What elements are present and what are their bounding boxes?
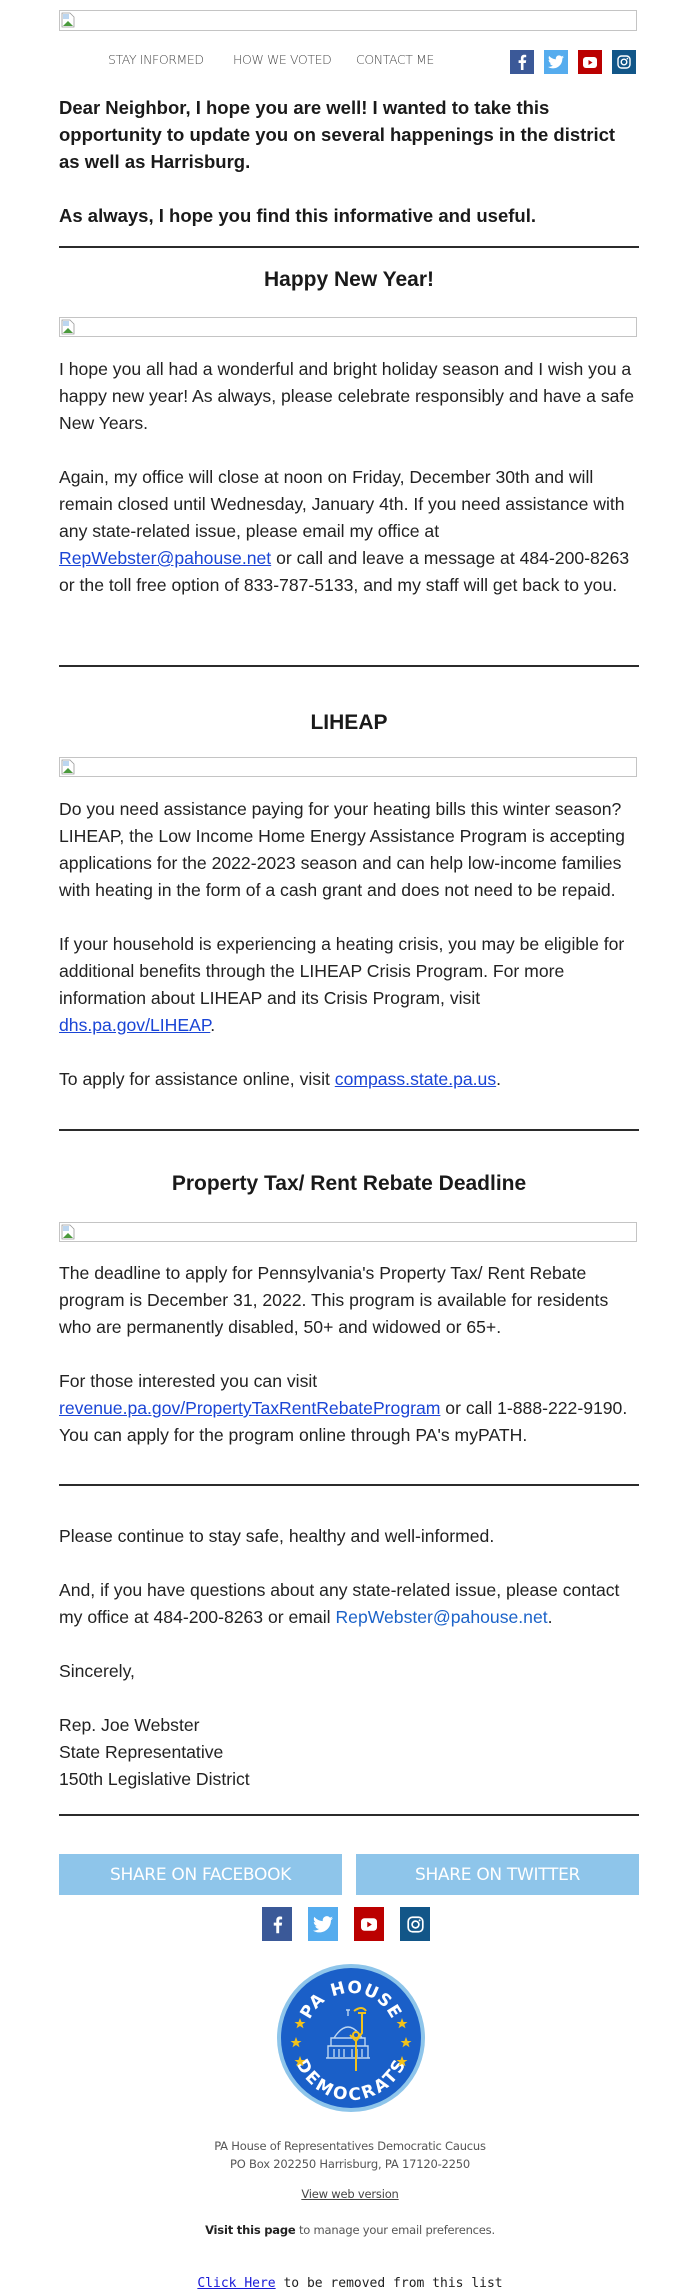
intro-text: Dear Neighbor, I hope you are well! I wa… — [59, 94, 639, 229]
section-image-property-tax — [59, 1222, 637, 1242]
section-image-happy-new-year — [59, 317, 637, 337]
youtube-icon — [583, 56, 597, 68]
footer-org: PA House of Representatives Democratic C… — [214, 2139, 486, 2153]
nav-how-we-voted[interactable]: HOW WE VOTED — [233, 52, 332, 67]
footer-twitter-link[interactable] — [308, 1907, 338, 1941]
broken-image-icon — [61, 319, 75, 335]
section-body-property-tax: The deadline to apply for Pennsylvania's… — [59, 1260, 639, 1449]
section-title-liheap: LIHEAP — [310, 711, 388, 734]
pa-house-democrats-logo: PA HOUSE DEMOCRATS — [277, 1964, 425, 2112]
instagram-icon — [406, 1915, 424, 1933]
instagram-icon — [617, 55, 631, 69]
section-title-property-tax: Property Tax/ Rent Rebate Deadline — [171, 1172, 527, 1195]
divider — [59, 665, 639, 667]
closing-text: Please continue to stay safe, healthy an… — [59, 1523, 639, 1793]
footer-address: PO Box 202250 Harrisburg, PA 17120-2250 — [229, 2157, 470, 2171]
signature-name: Rep. Joe Webster — [59, 1715, 200, 1735]
divider — [59, 246, 639, 248]
divider — [59, 1129, 639, 1131]
closing-paragraph: And, if you have questions about any sta… — [59, 1580, 620, 1627]
footer-facebook-link[interactable] — [262, 1907, 292, 1941]
footer-youtube-link[interactable] — [354, 1907, 384, 1941]
top-nav: STAY INFORMED HOW WE VOTED CONTACT ME — [0, 48, 700, 78]
twitter-icon — [313, 1915, 333, 1932]
section-image-liheap — [59, 757, 637, 777]
youtube-icon — [361, 1917, 377, 1931]
paragraph: Again, my office will close at noon on F… — [59, 467, 630, 595]
paragraph: If your household is experiencing a heat… — [59, 934, 625, 1035]
manage-preferences-link[interactable]: Visit this page — [205, 2223, 296, 2237]
view-web-version-link[interactable]: View web version — [301, 2187, 399, 2201]
revenue-link[interactable]: revenue.pa.gov/PropertyTaxRentRebateProg… — [59, 1398, 440, 1418]
nav-stay-informed[interactable]: STAY INFORMED — [108, 52, 204, 67]
twitter-link[interactable] — [544, 50, 568, 74]
signature-district: 150th Legislative District — [59, 1769, 250, 1789]
section-body-liheap: Do you need assistance paying for your h… — [59, 796, 639, 1093]
paragraph: Do you need assistance paying for your h… — [59, 799, 625, 900]
signature-role: State Representative — [59, 1742, 224, 1762]
section-body-happy-new-year: I hope you all had a wonderful and brigh… — [59, 356, 639, 599]
unsubscribe-link[interactable]: Click Here — [197, 2276, 275, 2291]
footer-preferences: Visit this page to manage your email pre… — [205, 2223, 495, 2237]
paragraph: The deadline to apply for Pennsylvania's… — [59, 1263, 609, 1337]
compass-link[interactable]: compass.state.pa.us — [335, 1069, 496, 1089]
paragraph: I hope you all had a wonderful and brigh… — [59, 359, 635, 433]
youtube-link[interactable] — [578, 50, 602, 74]
instagram-link[interactable] — [612, 50, 636, 74]
footer-web-version: View web version — [0, 2187, 700, 2201]
divider — [59, 1484, 639, 1486]
divider — [59, 1814, 639, 1816]
section-title-happy-new-year: Happy New Year! — [263, 268, 435, 291]
facebook-icon — [518, 54, 527, 70]
broken-image-icon — [61, 759, 75, 775]
intro-closing: As always, I hope you find this informat… — [59, 205, 536, 226]
footer-instagram-link[interactable] — [400, 1907, 430, 1941]
intro-greeting: Dear Neighbor, I hope you are well! I wa… — [59, 97, 616, 172]
nav-contact-me[interactable]: CONTACT ME — [356, 52, 434, 67]
email-link[interactable]: RepWebster@pahouse.net — [59, 548, 271, 568]
liheap-link[interactable]: dhs.pa.gov/LIHEAP — [59, 1015, 210, 1035]
paragraph: For those interested you can visit reven… — [59, 1371, 628, 1445]
sign-off: Sincerely, — [59, 1661, 135, 1681]
broken-image-icon — [61, 12, 75, 28]
paragraph: To apply for assistance online, visit co… — [59, 1069, 502, 1089]
closing-paragraph: Please continue to stay safe, healthy an… — [59, 1526, 495, 1546]
email-link[interactable]: RepWebster@pahouse.net — [335, 1607, 547, 1627]
share-facebook-button[interactable]: SHARE ON FACEBOOK — [59, 1854, 342, 1895]
facebook-icon — [273, 1915, 282, 1933]
facebook-link[interactable] — [510, 50, 534, 74]
header-banner-image — [59, 10, 637, 31]
footer-address-block: PA House of Representatives Democratic C… — [0, 2137, 700, 2173]
twitter-icon — [548, 55, 564, 69]
share-twitter-button[interactable]: SHARE ON TWITTER — [356, 1854, 639, 1895]
broken-image-icon — [61, 1224, 75, 1240]
footer-unsubscribe: Click Here to be removed from this list — [197, 2276, 503, 2291]
